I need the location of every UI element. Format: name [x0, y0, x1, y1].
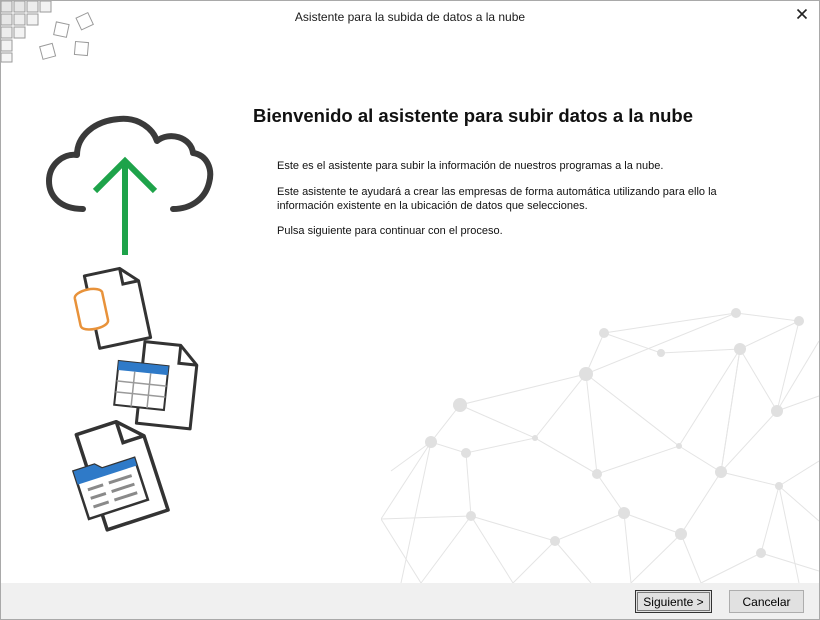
welcome-heading: Bienvenido al asistente para subir datos…: [253, 105, 694, 126]
cloud-upload-icon: [46, 115, 214, 255]
next-button[interactable]: Siguiente >: [635, 590, 712, 613]
folder-document-icon: [71, 419, 170, 532]
database-document-icon: [73, 266, 153, 350]
network-background-graphic: [381, 308, 819, 583]
title-bar: Asistente para la subida de datos a la n…: [1, 1, 819, 33]
close-icon: [796, 8, 808, 20]
spreadsheet-document-icon: [113, 340, 199, 431]
close-button[interactable]: [789, 3, 815, 25]
cancel-button[interactable]: Cancelar: [729, 590, 804, 613]
intro-paragraph: Este es el asistente para subir la infor…: [277, 160, 664, 172]
window-title: Asistente para la subida de datos a la n…: [294, 10, 526, 24]
instruction-paragraph: Pulsa siguiente para continuar con el pr…: [277, 225, 503, 237]
upload-illustration: [46, 115, 214, 532]
description-paragraph: Este asistente te ayudará a crear las em…: [277, 186, 717, 212]
wizard-window: Asistente para la subida de datos a la n…: [0, 0, 820, 620]
